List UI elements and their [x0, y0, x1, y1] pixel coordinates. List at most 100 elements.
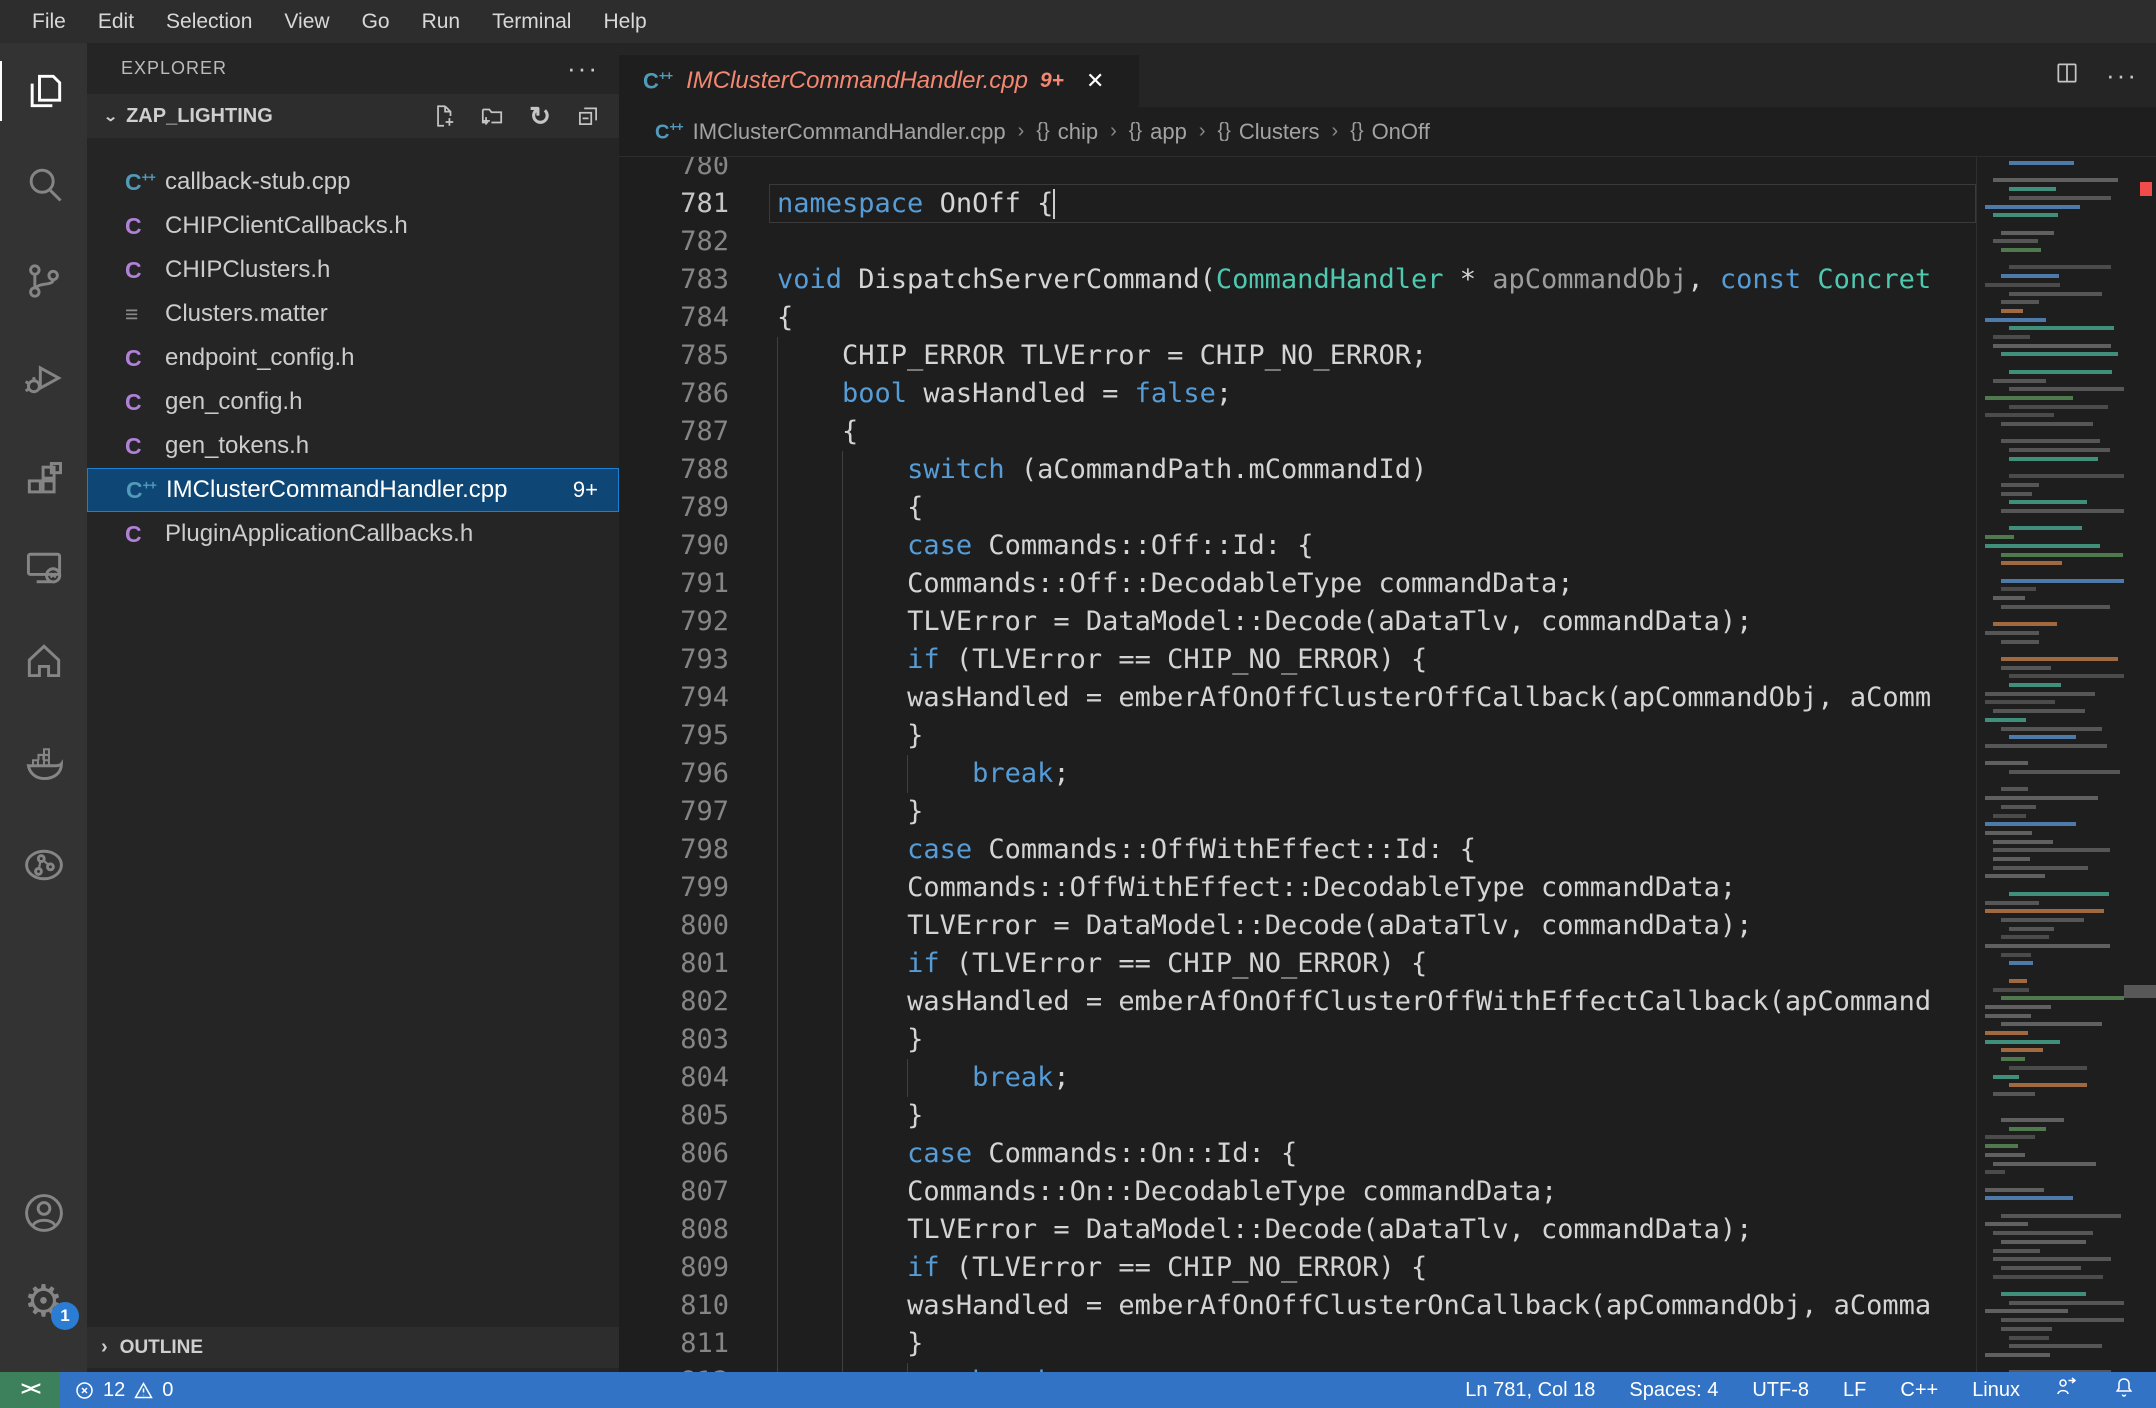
- file-item-CHIPClientCallbacks.h[interactable]: C CHIPClientCallbacks.h: [87, 204, 619, 248]
- minimap-line: [2009, 674, 2124, 679]
- minimap-line: [2009, 735, 2076, 740]
- chevron-right-icon: ›: [1198, 120, 1206, 142]
- new-folder-icon[interactable]: [477, 101, 507, 131]
- activity-home-icon[interactable]: [0, 630, 87, 690]
- code-editor[interactable]: 780 781 namespace OnOff {782 783 void Dispat…: [619, 157, 2156, 1372]
- minimap-line: [2001, 935, 2050, 940]
- menu-item-run[interactable]: Run: [406, 10, 477, 34]
- menu-item-terminal[interactable]: Terminal: [476, 10, 587, 34]
- breadcrumb-item-Clusters[interactable]: Clusters: [1239, 119, 1320, 145]
- minimap-line: [2001, 308, 2024, 313]
- vscode-window: File Edit Selection View Go Run Terminal Help ⚙…: [0, 0, 2156, 1408]
- file-item-CHIPClusters.h[interactable]: C CHIPClusters.h: [87, 248, 619, 292]
- breadcrumb-item-chip[interactable]: chip: [1058, 119, 1098, 145]
- minimap-line: [2009, 187, 2057, 192]
- explorer-toolbar: ↻: [429, 101, 619, 131]
- minimap-line: [2009, 978, 2028, 983]
- line-number: 789: [680, 492, 729, 523]
- outline-section-header[interactable]: › OUTLINE: [87, 1327, 619, 1368]
- tab-imclustercommandhandler[interactable]: C++ IMClusterCommandHandler.cpp 9+ ✕: [619, 55, 1139, 107]
- explorer-more-actions-icon[interactable]: ···: [567, 53, 599, 84]
- file-item-Clusters.matter[interactable]: ≡ Clusters.matter: [87, 292, 619, 336]
- file-item-gen_config.h[interactable]: Cgen_config.h: [87, 380, 619, 424]
- activity-source-control-icon[interactable]: [0, 251, 87, 311]
- warning-icon: [134, 1381, 154, 1398]
- header-file-icon: C: [125, 432, 142, 459]
- code-line-798: case Commands::OffWithEffect::Id: {: [907, 834, 1477, 865]
- matter-file-icon: ≡: [125, 300, 139, 327]
- editor-actions: ···: [2054, 43, 2138, 107]
- minimap[interactable]: [1976, 157, 2124, 1372]
- feedback-icon[interactable]: [2054, 1375, 2078, 1405]
- folder-section-header[interactable]: ⌄ ZAP_LIGHTING ↻: [87, 94, 619, 138]
- breadcrumb-item-file[interactable]: IMClusterCommandHandler.cpp: [693, 119, 1006, 145]
- menu-item-help[interactable]: Help: [587, 10, 662, 34]
- file-item-callback-stub.cpp[interactable]: C++ callback-stub.cpp: [87, 160, 619, 204]
- minimap-line: [1985, 900, 2039, 905]
- activity-account-icon[interactable]: [0, 1183, 87, 1243]
- file-item-gen_tokens.h[interactable]: Cgen_tokens.h: [87, 424, 619, 468]
- remote-indicator[interactable]: ><: [0, 1372, 60, 1408]
- menu-item-view[interactable]: View: [268, 10, 345, 34]
- activity-run-debug-icon[interactable]: [0, 348, 87, 408]
- close-icon[interactable]: ✕: [1086, 68, 1104, 94]
- menu-item-edit[interactable]: Edit: [82, 10, 150, 34]
- source-control-icon: [28, 264, 59, 298]
- activity-search-icon[interactable]: [0, 154, 87, 214]
- scrollbar-slider[interactable]: [2124, 985, 2156, 998]
- bell-icon[interactable]: [2112, 1375, 2136, 1405]
- code-line-787: {: [842, 416, 859, 447]
- minimap-line: [2001, 1118, 2065, 1122]
- breadcrumb-item-OnOff[interactable]: OnOff: [1372, 119, 1430, 145]
- activity-settings-gear-icon[interactable]: ⚙ 1: [0, 1272, 87, 1332]
- collapse-all-icon[interactable]: [573, 101, 603, 131]
- code-line-806: case Commands::On::Id: {: [907, 1138, 1298, 1169]
- minimap-line: [2009, 926, 2054, 931]
- status-cursor-position[interactable]: Ln 781, Col 18: [1465, 1379, 1595, 1402]
- activity-files-icon[interactable]: [0, 61, 87, 121]
- tab-bar: C++ IMClusterCommandHandler.cpp 9+ ✕ ···: [619, 43, 2156, 107]
- minimap-line: [1993, 178, 2118, 183]
- minimap-line: [1993, 1274, 2104, 1279]
- status-indentation[interactable]: Spaces: 4: [1629, 1379, 1718, 1402]
- minimap-line: [2001, 230, 2055, 235]
- chevron-right-icon: ›: [1110, 120, 1117, 142]
- file-item-PluginApplicationCallbacks.h[interactable]: C PluginApplicationCallbacks.h: [87, 512, 619, 556]
- split-editor-icon[interactable]: [2054, 60, 2080, 91]
- line-number: 787: [680, 416, 729, 447]
- status-os[interactable]: Linux: [1972, 1379, 2020, 1402]
- activity-extensions-icon[interactable]: [0, 450, 87, 510]
- more-actions-icon[interactable]: ···: [2106, 60, 2138, 91]
- activity-docker-icon[interactable]: [0, 733, 87, 793]
- new-file-icon[interactable]: [429, 101, 459, 131]
- code-line-786: bool wasHandled = false;: [842, 378, 1233, 409]
- menu-item-file[interactable]: File: [16, 10, 82, 34]
- minimap-line: [2001, 639, 2040, 644]
- refresh-icon[interactable]: ↻: [525, 101, 555, 131]
- minimap-line: [2009, 1083, 2087, 1088]
- line-number: 799: [680, 872, 729, 903]
- overview-ruler[interactable]: [2124, 157, 2156, 1372]
- code-line-804: break;: [972, 1062, 1070, 1093]
- minimap-line: [1985, 822, 2076, 827]
- minimap-line: [1985, 1152, 2025, 1157]
- activity-git-graph-icon[interactable]: [0, 835, 87, 895]
- activity-remote-explorer-icon[interactable]: [0, 538, 87, 598]
- breadcrumb-item-app[interactable]: app: [1150, 119, 1187, 145]
- menu-item-selection[interactable]: Selection: [150, 10, 268, 34]
- status-encoding[interactable]: UTF-8: [1752, 1379, 1809, 1402]
- status-eol[interactable]: LF: [1843, 1379, 1866, 1402]
- file-item-endpoint_config.h[interactable]: Cendpoint_config.h: [87, 336, 619, 380]
- minimap-line: [2001, 656, 2119, 661]
- file-name: gen_tokens.h: [165, 432, 310, 459]
- file-name: IMClusterCommandHandler.cpp: [166, 476, 508, 503]
- menu-item-go[interactable]: Go: [346, 10, 406, 34]
- minimap-line: [1993, 1248, 2041, 1253]
- problems-status[interactable]: 12 0: [60, 1372, 187, 1408]
- line-number: 805: [680, 1100, 729, 1131]
- status-language-mode[interactable]: C++: [1900, 1379, 1938, 1402]
- file-name: CHIPClientCallbacks.h: [165, 212, 408, 239]
- minimap-line: [1985, 1309, 2068, 1314]
- file-item-IMClusterCommandHandler.cpp[interactable]: C++ IMClusterCommandHandler.cpp 9+: [87, 468, 619, 512]
- chevron-right-icon: ›: [101, 1336, 108, 1358]
